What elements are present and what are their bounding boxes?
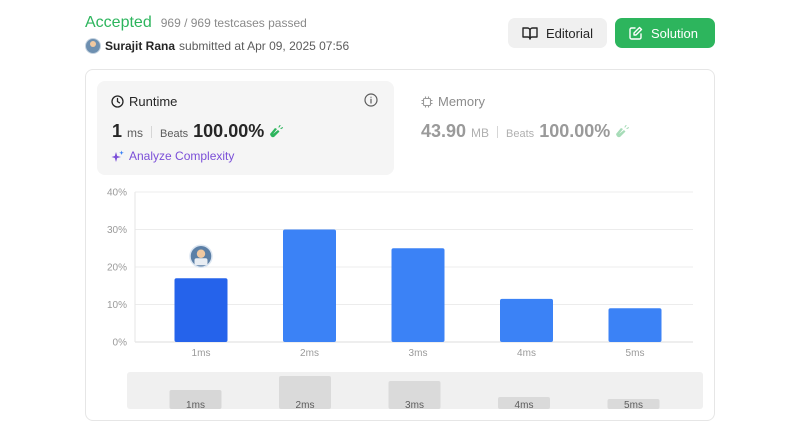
y-tick-label: 0% [113,338,128,349]
y-tick-label: 30% [107,225,127,236]
chart-bar[interactable] [174,278,228,342]
y-tick-label: 40% [107,188,127,199]
x-tick-label: 2ms [300,348,319,359]
avatar-face [196,249,206,258]
chart-bar[interactable] [391,248,445,342]
overview-label: 4ms [515,400,534,411]
avatar-shirt [194,258,208,266]
x-tick-label: 3ms [409,348,428,359]
chart-bar[interactable] [283,229,336,343]
runtime-distribution-chart: 0% 10% 20% 30% 40% 1ms 2ms 3ms 4ms 5ms 1ms 2ms 3ms 4m… [107,188,703,411]
x-tick-label: 4ms [517,348,536,359]
overview-label: 5ms [624,400,643,411]
x-tick-label: 5ms [626,348,645,359]
overview-label: 3ms [405,400,424,411]
x-tick-label: 1ms [192,348,211,359]
chart-bar[interactable] [500,298,553,342]
overview-label: 2ms [296,400,315,411]
overview-label: 1ms [186,400,205,411]
y-tick-label: 10% [107,300,127,311]
y-tick-label: 20% [107,263,127,274]
chart-bar[interactable] [608,308,662,342]
